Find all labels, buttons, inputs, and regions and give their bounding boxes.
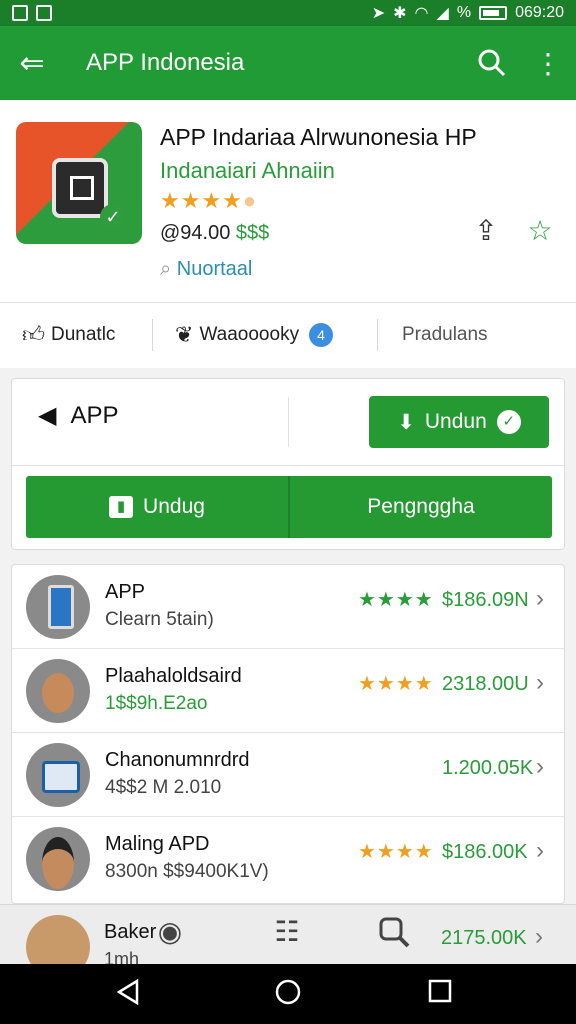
divider bbox=[12, 465, 566, 466]
app-bar-title: APP Indonesia bbox=[86, 49, 245, 76]
back-arrow-icon[interactable]: ⇐ bbox=[0, 26, 64, 100]
list-item-title: Baker bbox=[104, 921, 157, 943]
chevron-right-icon: › bbox=[536, 585, 544, 612]
list-item-value: 2318.00U bbox=[442, 673, 529, 695]
app-name: APP Indariaa Alrwunonesia HP bbox=[160, 124, 477, 150]
tab-bar: 👍︎ Dunatlc ❦ Waaooooky 4 Pradulans bbox=[0, 302, 576, 366]
undug-button[interactable]: ▮ Undug bbox=[26, 476, 288, 538]
signal-icon: ◢ bbox=[436, 5, 449, 22]
battery-percent: % bbox=[456, 4, 472, 21]
price-accent: $$$ bbox=[235, 222, 270, 244]
card-label: ◀ APP bbox=[38, 401, 119, 430]
list-item-subtitle: Clearn 5tain) bbox=[105, 609, 214, 630]
like-icon: 👍︎ bbox=[22, 322, 45, 347]
installs-text: Nuortaal bbox=[176, 258, 253, 280]
app-icon: ✓ bbox=[16, 122, 142, 244]
list-item[interactable]: APP Clearn 5tain) ★★★★ $186.09N › bbox=[12, 565, 564, 649]
paper-plane-icon: ◀ bbox=[38, 402, 57, 429]
back-icon[interactable] bbox=[108, 978, 148, 1012]
list-item-subtitle: 1$$9h.E2ao bbox=[105, 693, 208, 714]
install-card: ◀ APP ⬇ Undun ✓ ▮ Undug Pengnggha bbox=[11, 378, 566, 550]
chevron-right-icon: › bbox=[536, 669, 544, 696]
location-icon: ➤ bbox=[371, 5, 386, 22]
pengnggha-button-label: Pengnggha bbox=[367, 495, 475, 518]
tab-dunatlc[interactable]: 👍︎ Dunatlc bbox=[22, 303, 152, 367]
list-item-title: Plaahaloldsaird bbox=[105, 665, 242, 687]
share-icon[interactable]: ⇪ bbox=[466, 214, 506, 254]
search-icon[interactable] bbox=[374, 915, 414, 955]
phone-avatar bbox=[26, 575, 90, 639]
list-item-value: $186.09N bbox=[442, 589, 529, 611]
list-item-subtitle: 8300n $$9400K1V) bbox=[105, 861, 269, 882]
bluetooth-icon: ✱ bbox=[393, 5, 407, 22]
list-item[interactable]: Chanonumnrdrd 4$$2 M 2.010 1.200.05K › bbox=[12, 733, 564, 817]
list-item-subtitle: 4$$2 M 2.010 bbox=[105, 777, 222, 798]
cart-icon[interactable]: ☷ bbox=[267, 915, 307, 955]
list-item-title: Maling APD bbox=[105, 833, 210, 855]
image-notification-icon bbox=[36, 5, 52, 21]
chevron-right-icon: › bbox=[535, 923, 543, 950]
price: @94.00 $$$ bbox=[160, 222, 269, 245]
app-bar: ⇐ APP Indonesia ⋮ bbox=[0, 26, 576, 100]
list-item-value: 1.200.05K bbox=[442, 757, 534, 779]
tab-badge: 4 bbox=[309, 322, 334, 347]
appliance-avatar bbox=[26, 743, 90, 807]
notification-icon bbox=[12, 5, 28, 21]
install-button[interactable]: ⬇ Undun ✓ bbox=[369, 396, 549, 448]
list-item[interactable]: Plaahaloldsaird 1$$9h.E2ao ★★★★ 2318.00U… bbox=[12, 649, 564, 733]
list-item-title: APP bbox=[105, 581, 146, 603]
chevron-right-icon: › bbox=[536, 837, 544, 864]
card-label-text: APP bbox=[70, 401, 119, 429]
timer-icon[interactable]: ◉ bbox=[150, 915, 190, 955]
image-icon: ▮ bbox=[109, 496, 134, 518]
bottom-navigation: Baker 1mh 2175.00K › ◉ ☷ bbox=[0, 904, 576, 979]
home-icon[interactable] bbox=[268, 978, 308, 1012]
wishlist-star-icon[interactable]: ☆ bbox=[520, 214, 560, 254]
installs-icon: ⌕ bbox=[160, 258, 172, 280]
action-button-row: ▮ Undug Pengnggha bbox=[26, 476, 552, 538]
tab-divider bbox=[152, 318, 153, 351]
app-list: APP Clearn 5tain) ★★★★ $186.09N › Plaaha… bbox=[11, 564, 565, 904]
price-value: @94.00 bbox=[160, 222, 231, 244]
pengnggha-button[interactable]: Pengnggha bbox=[288, 476, 552, 538]
rating-stars: ★★★★ bbox=[358, 673, 434, 695]
list-item-value: 2175.00K bbox=[441, 927, 527, 949]
tab-pradulans[interactable]: Pradulans bbox=[402, 303, 488, 367]
check-circle-icon: ✓ bbox=[496, 410, 521, 434]
installs-label: ⌕ Nuortaal bbox=[160, 258, 252, 281]
leaf-icon: ❦ bbox=[175, 321, 194, 347]
man-avatar bbox=[26, 659, 90, 723]
search-icon[interactable] bbox=[464, 26, 520, 100]
system-navigation-bar bbox=[0, 964, 576, 1024]
developer-link[interactable]: Indanaiari Ahnaiin bbox=[160, 158, 335, 184]
undug-button-label: Undug bbox=[143, 495, 205, 518]
clock: 069:20 bbox=[515, 4, 564, 21]
tab-label: Pradulans bbox=[402, 323, 488, 345]
person-avatar bbox=[26, 827, 90, 891]
list-item[interactable]: Maling APD 8300n $$9400K1V) ★★★★ $186.00… bbox=[12, 817, 564, 901]
tab-label: Waaooooky bbox=[199, 323, 300, 345]
battery-icon bbox=[479, 6, 508, 20]
wifi-icon: ◠ bbox=[414, 5, 429, 22]
recents-icon[interactable] bbox=[420, 978, 460, 1012]
check-icon: ✓ bbox=[100, 204, 126, 230]
more-vert-icon[interactable]: ⋮ bbox=[520, 26, 576, 100]
list-item-title: Chanonumnrdrd bbox=[105, 749, 250, 771]
rating-stars: ★★★★● bbox=[160, 188, 258, 213]
chevron-right-icon: › bbox=[536, 753, 544, 780]
tab-divider bbox=[377, 318, 378, 351]
list-item-value: $186.00K bbox=[442, 841, 528, 863]
status-bar: ➤ ✱ ◠ ◢ % 069:20 bbox=[0, 0, 576, 26]
phone-icon bbox=[52, 158, 108, 218]
divider bbox=[288, 397, 289, 447]
rating-stars: ★★★★ bbox=[358, 589, 434, 611]
install-button-label: Undun bbox=[424, 410, 487, 433]
tab-label: Dunatlc bbox=[51, 323, 116, 345]
download-icon: ⬇ bbox=[397, 410, 415, 434]
rating-stars: ★★★★ bbox=[358, 841, 434, 863]
tab-waaooooky[interactable]: ❦ Waaooooky 4 bbox=[175, 303, 377, 367]
